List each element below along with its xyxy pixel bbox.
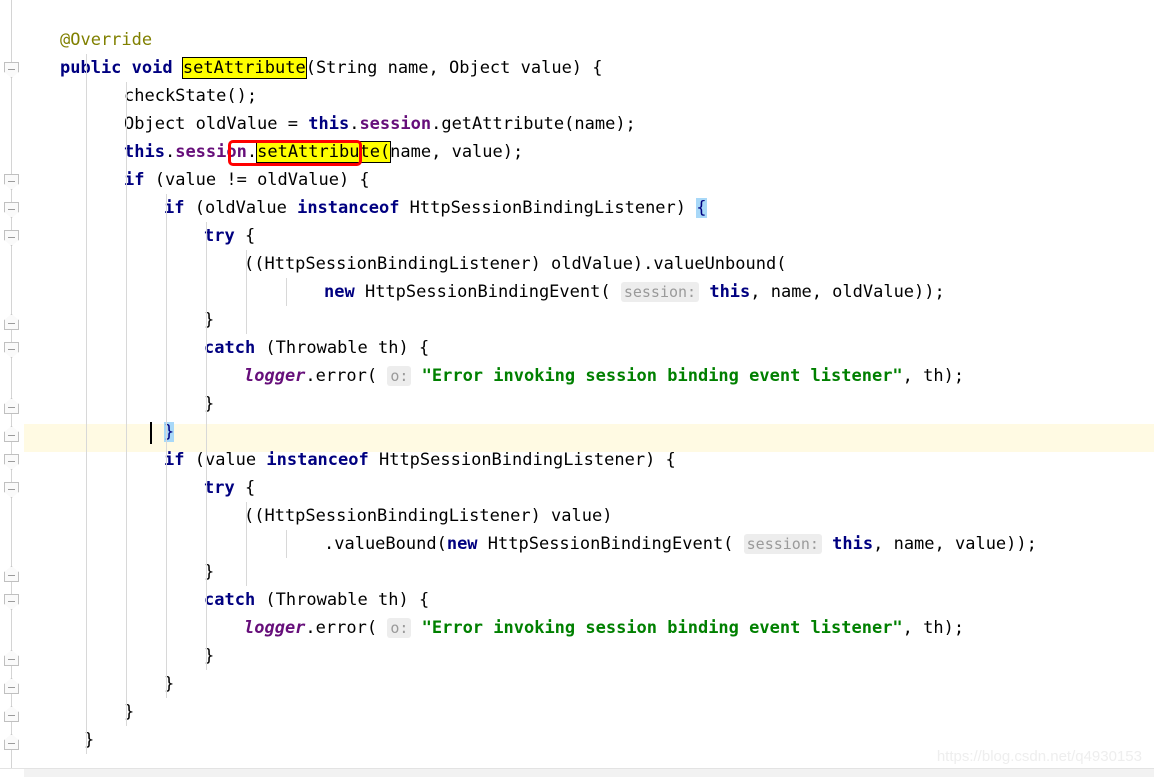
code-line-11[interactable]: }	[204, 306, 1154, 334]
param-hint-o-2: o:	[387, 618, 412, 638]
fold-marker-line-7[interactable]	[4, 202, 19, 218]
code-line-25[interactable]: }	[124, 698, 1154, 726]
param-hint-session: session:	[620, 282, 700, 302]
code-line-4[interactable]: Object oldValue = this.session.getAttrib…	[124, 110, 1154, 138]
code-line-23[interactable]: }	[204, 642, 1154, 670]
code-editor[interactable]: @Override public void setAttribute(Strin…	[0, 0, 1154, 777]
indent-guide-level-4	[206, 222, 207, 670]
param-hint-o: o:	[387, 366, 412, 386]
code-line-2[interactable]: public void setAttribute(String name, Ob…	[60, 54, 1154, 82]
fold-marker-line-21[interactable]	[4, 594, 19, 610]
editor-gutter[interactable]	[0, 0, 24, 777]
fold-marker-line-14[interactable]	[4, 398, 19, 414]
code-line-19[interactable]: .valueBound(new HttpSessionBindingEvent(…	[324, 530, 1154, 558]
fold-marker-line-24[interactable]	[4, 678, 19, 694]
indent-guide-level-5b	[246, 502, 247, 586]
watermark-text: https://blog.csdn.net/q4930153	[936, 748, 1142, 765]
horizontal-scrollbar[interactable]	[0, 768, 1154, 777]
fold-marker-line-23[interactable]	[4, 650, 19, 666]
fold-marker-line-26[interactable]	[4, 734, 19, 750]
indent-guide-level-3	[166, 194, 167, 698]
code-line-13[interactable]: logger.error( o: "Error invoking session…	[244, 362, 1154, 390]
search-match-setattribute-2[interactable]: setAttribute(	[257, 142, 391, 162]
code-line-20[interactable]: }	[204, 558, 1154, 586]
code-line-7[interactable]: if (oldValue instanceof HttpSessionBindi…	[164, 194, 1154, 222]
search-match-setattribute-1[interactable]: setAttribute	[182, 58, 306, 78]
fold-marker-line-20[interactable]	[4, 566, 19, 582]
string-literal-error-message-2: "Error invoking session binding event li…	[421, 618, 903, 638]
text-caret	[150, 422, 152, 444]
code-line-8[interactable]: try {	[204, 222, 1154, 250]
indent-guide-level-6b	[286, 530, 287, 558]
fold-marker-line-15[interactable]	[4, 426, 19, 442]
code-line-18[interactable]: ((HttpSessionBindingListener) value)	[244, 502, 1154, 530]
fold-marker-line-2[interactable]	[4, 62, 19, 78]
indent-guide-level-6	[286, 278, 287, 306]
fold-marker-line-25[interactable]	[4, 706, 19, 722]
param-hint-session-2: session:	[743, 534, 822, 554]
code-line-1[interactable]: @Override	[60, 26, 1154, 54]
string-literal-error-message: "Error invoking session binding event li…	[421, 366, 903, 386]
code-line-5[interactable]: this.session.setAttribute(name, value);	[124, 138, 1154, 166]
code-line-14[interactable]: }	[204, 390, 1154, 418]
logger-identifier-2: logger	[244, 618, 306, 638]
fold-marker-line-8[interactable]	[4, 230, 19, 246]
fold-marker-line-12[interactable]	[4, 342, 19, 358]
code-line-9[interactable]: ((HttpSessionBindingListener) oldValue).…	[244, 250, 1154, 278]
code-line-6[interactable]: if (value != oldValue) {	[124, 166, 1154, 194]
code-line-10[interactable]: new HttpSessionBindingEvent( session: th…	[324, 278, 1154, 306]
fold-marker-line-17[interactable]	[4, 482, 19, 498]
indent-guide-level-1	[86, 54, 87, 754]
code-line-17[interactable]: try {	[204, 474, 1154, 502]
code-line-3[interactable]: checkState();	[124, 82, 1154, 110]
code-line-24[interactable]: }	[164, 670, 1154, 698]
annotation-override: @Override	[60, 30, 153, 50]
code-line-15[interactable]: }	[164, 418, 1154, 446]
fold-marker-line-11[interactable]	[4, 314, 19, 330]
fold-marker-line-6[interactable]	[4, 174, 19, 190]
indent-guide-level-5	[246, 250, 247, 334]
logger-identifier: logger	[244, 366, 306, 386]
code-line-12[interactable]: catch (Throwable th) {	[204, 334, 1154, 362]
code-line-21[interactable]: catch (Throwable th) {	[204, 586, 1154, 614]
fold-marker-line-16[interactable]	[4, 454, 19, 470]
code-line-16[interactable]: if (value instanceof HttpSessionBindingL…	[164, 446, 1154, 474]
code-content[interactable]: @Override public void setAttribute(Strin…	[24, 0, 1154, 768]
scrollbar-gutter-spacer	[0, 769, 24, 777]
code-line-22[interactable]: logger.error( o: "Error invoking session…	[244, 614, 1154, 642]
indent-guide-level-2	[126, 82, 127, 726]
brace-match-open: {	[696, 198, 707, 218]
